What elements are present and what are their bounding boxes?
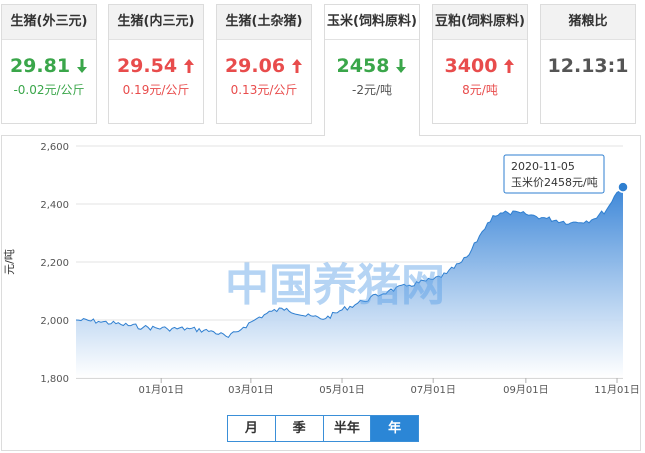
latest-data-point[interactable] — [617, 181, 629, 193]
y-axis-label: 元/吨 — [3, 249, 16, 275]
card-price: 2458 — [325, 54, 419, 78]
tab-year[interactable]: 年 — [371, 416, 418, 441]
x-tick-label: 05月01日 — [319, 384, 364, 396]
tooltip-date: 2020-11-05 — [511, 160, 575, 173]
card-change: -2元/吨 — [351, 83, 392, 97]
y-tick-label: 2,600 — [40, 142, 69, 153]
card-corn[interactable]: 玉米(饲料原料) 2458 -2元/吨 — [324, 4, 420, 136]
x-tick-label: 03月01日 — [228, 384, 273, 396]
y-tick-label: 2,400 — [40, 200, 69, 211]
x-tick-label: 11月01日 — [594, 384, 639, 396]
x-tick-label: 09月01日 — [503, 384, 548, 396]
card-title: 玉米(饲料原料) — [325, 5, 419, 40]
tooltip-text: 玉米价2458元/吨 — [511, 176, 598, 189]
x-tick-label: 07月01日 — [410, 384, 455, 396]
tab-quarter[interactable]: 季 — [276, 416, 324, 441]
arrow-down-icon — [396, 59, 407, 73]
tab-half-year[interactable]: 半年 — [324, 416, 372, 441]
price-chart: 中国养猪网 1,800 2,000 2,200 2,400 2,600 01月01日 03月… — [3, 142, 640, 396]
watermark: 中国养猪网 — [225, 260, 445, 311]
y-tick-label: 1,800 — [40, 374, 69, 385]
tab-month[interactable]: 月 — [228, 416, 276, 441]
y-tick-label: 2,000 — [40, 316, 69, 327]
tooltip: 2020-11-05 玉米价2458元/吨 — [503, 154, 605, 194]
time-range-tabs: 月 季 半年 年 — [227, 415, 419, 442]
x-tick-label: 01月01日 — [138, 384, 183, 396]
y-tick-label: 2,200 — [40, 258, 69, 269]
